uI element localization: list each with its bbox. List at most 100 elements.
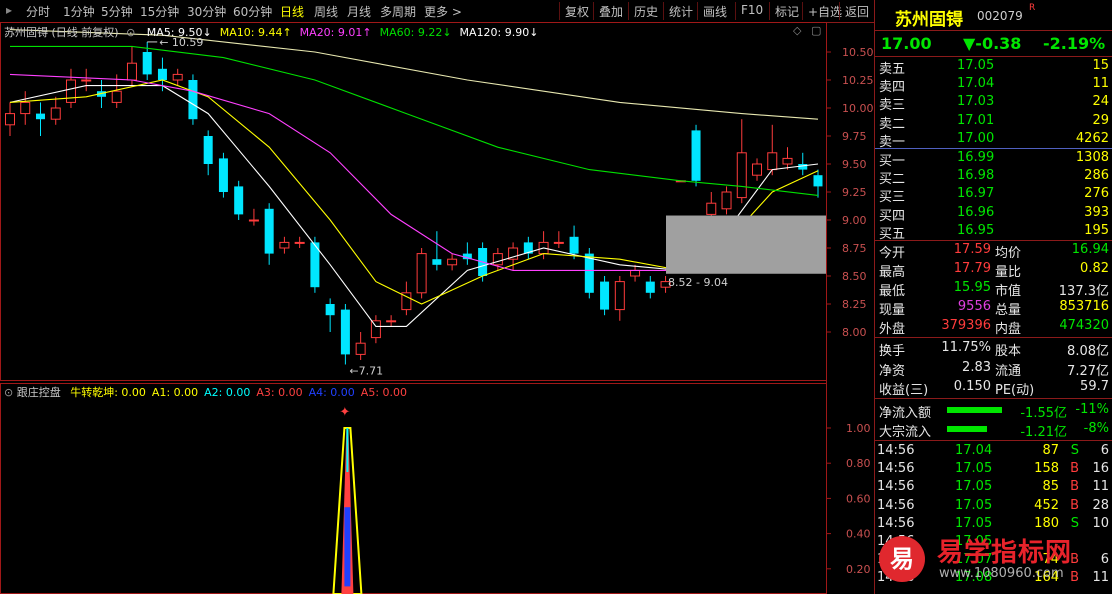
period-tab[interactable]: 周线 [314,3,338,20]
candle[interactable] [736,119,747,204]
stock-code: 002079 [977,9,1023,23]
candle[interactable] [325,298,335,332]
square-icon[interactable]: ▢ [811,24,821,37]
settings-icon[interactable]: ⊙ [126,26,135,39]
candle[interactable] [370,315,381,344]
toolbar-button[interactable]: 叠加 [599,3,623,20]
toolbar-button[interactable]: 统计 [669,3,693,20]
candle[interactable] [50,96,61,125]
bid-row[interactable]: 买四 16.96 393 [875,204,1112,224]
candle[interactable] [523,236,533,260]
candle-body [20,101,31,115]
candle[interactable] [782,147,793,170]
tick-row[interactable]: 14:56 17.05 180 S 10 [875,515,1112,533]
candle[interactable] [416,248,427,299]
candle[interactable] [432,231,442,271]
flow-value: -1.55亿 [1020,406,1067,421]
toolbar-button[interactable]: 画线 [703,3,727,20]
candle[interactable] [447,253,458,271]
tick-row[interactable]: 14:56 17.05 452 B 28 [875,497,1112,515]
candle[interactable] [294,236,305,248]
fundamental-value: 11.75% [941,340,991,355]
candle[interactable] [355,332,366,360]
ma-legend-item: MA10: 9.44↑ [219,26,292,39]
candle[interactable] [172,68,183,86]
candle[interactable] [645,276,655,299]
period-tab[interactable]: 日线 [280,3,304,20]
candle[interactable] [340,304,350,365]
toolbar-button[interactable]: +自选 [808,3,842,20]
candle[interactable] [218,152,228,198]
candle[interactable] [462,242,472,265]
sub-settings-icon[interactable]: ⊙ [4,386,13,399]
candle[interactable] [584,248,594,299]
period-tab[interactable]: 更多 > [424,3,462,20]
diamond-icon[interactable]: ◇ [793,24,801,37]
ask-row[interactable]: 卖三 17.03 24 [875,93,1112,113]
bid-row[interactable]: 买一 16.99 1308 [875,149,1112,169]
candle[interactable] [614,276,625,321]
candle[interactable] [20,91,31,125]
candle[interactable] [279,236,290,254]
ask-row[interactable]: 卖二 17.01 29 [875,112,1112,132]
fundamental-row: 收益(三) 0.150 PE(动) 59.7 [875,378,1112,398]
tick-row[interactable]: 14:56 17.05 [875,533,1112,551]
candle[interactable] [752,158,763,181]
candle[interactable] [248,208,259,226]
bid-row[interactable]: 买二 16.98 286 [875,167,1112,187]
candle-body [492,253,503,266]
kline-chart[interactable]: 8.52 - 9.04← 10.59←7.71 1.000.800.600.40… [0,22,874,594]
candle[interactable] [386,315,397,327]
ask-row[interactable]: 卖五 17.05 15 [875,57,1112,77]
candle[interactable] [767,124,778,176]
stat-key: 量比 [995,265,1022,280]
ask-row[interactable]: 卖四 17.04 11 [875,75,1112,95]
tick-row[interactable]: 14:56 17.07 74 B 6 [875,551,1112,569]
candle[interactable] [5,102,15,136]
candle[interactable] [188,74,198,125]
toolbar-menu-icon[interactable]: ▸ [6,3,12,17]
book-label: 卖一 [879,134,906,150]
candle[interactable] [813,169,823,198]
candle[interactable] [35,102,45,136]
candle[interactable] [600,276,610,316]
tick-row[interactable]: 14:56 17.04 87 S 6 [875,442,1112,460]
tick-row[interactable]: 14:56 17.08 164 B 11 [875,569,1112,587]
toolbar-button[interactable]: 复权 [565,3,589,20]
tick-list[interactable]: 14:56 17.04 87 S 6 14:56 17.05 158 B 16 14:56 17.05… [875,442,1112,594]
stat-value: 0.82 [1080,261,1109,276]
candle[interactable] [81,68,92,92]
bid-row[interactable]: 买三 16.97 276 [875,185,1112,205]
candle[interactable] [234,180,244,220]
toolbar-button[interactable]: F10 [741,3,763,17]
toolbar-button[interactable]: 历史 [634,3,658,20]
candle[interactable] [203,130,213,176]
candle[interactable] [691,124,701,187]
tick-row[interactable]: 14:56 17.05 85 B 11 [875,478,1112,496]
period-tab[interactable]: 多周期 [380,3,416,20]
candle[interactable] [630,264,641,282]
toolbar-button[interactable]: 标记 [775,3,799,20]
bid-row[interactable]: 买五 16.95 195 [875,222,1112,242]
period-tab[interactable]: 30分钟 [187,3,226,20]
period-tab[interactable]: 分时 [26,3,50,20]
candle[interactable] [721,186,732,215]
period-tab[interactable]: 15分钟 [140,3,179,20]
candle[interactable] [798,152,808,176]
tick-time: 14:56 [877,515,915,531]
period-tab[interactable]: 60分钟 [233,3,272,20]
stat-key: 外盘 [879,322,906,337]
tick-side: S [1070,515,1079,531]
tick-row[interactable]: 14:56 17.05 158 B 16 [875,460,1112,478]
tick-side: B [1070,552,1079,568]
tick-side: B [1070,461,1079,477]
period-tab[interactable]: 月线 [347,3,371,20]
period-tab[interactable]: 5分钟 [101,3,133,20]
candle-body [340,309,350,355]
period-tab[interactable]: 1分钟 [63,3,95,20]
candle[interactable] [553,231,564,248]
stat-key: 现量 [879,303,906,318]
ask-row[interactable]: 卖一 17.00 4262 [875,130,1112,150]
toolbar-button[interactable]: 返回 [845,3,869,20]
candle[interactable] [264,203,274,265]
